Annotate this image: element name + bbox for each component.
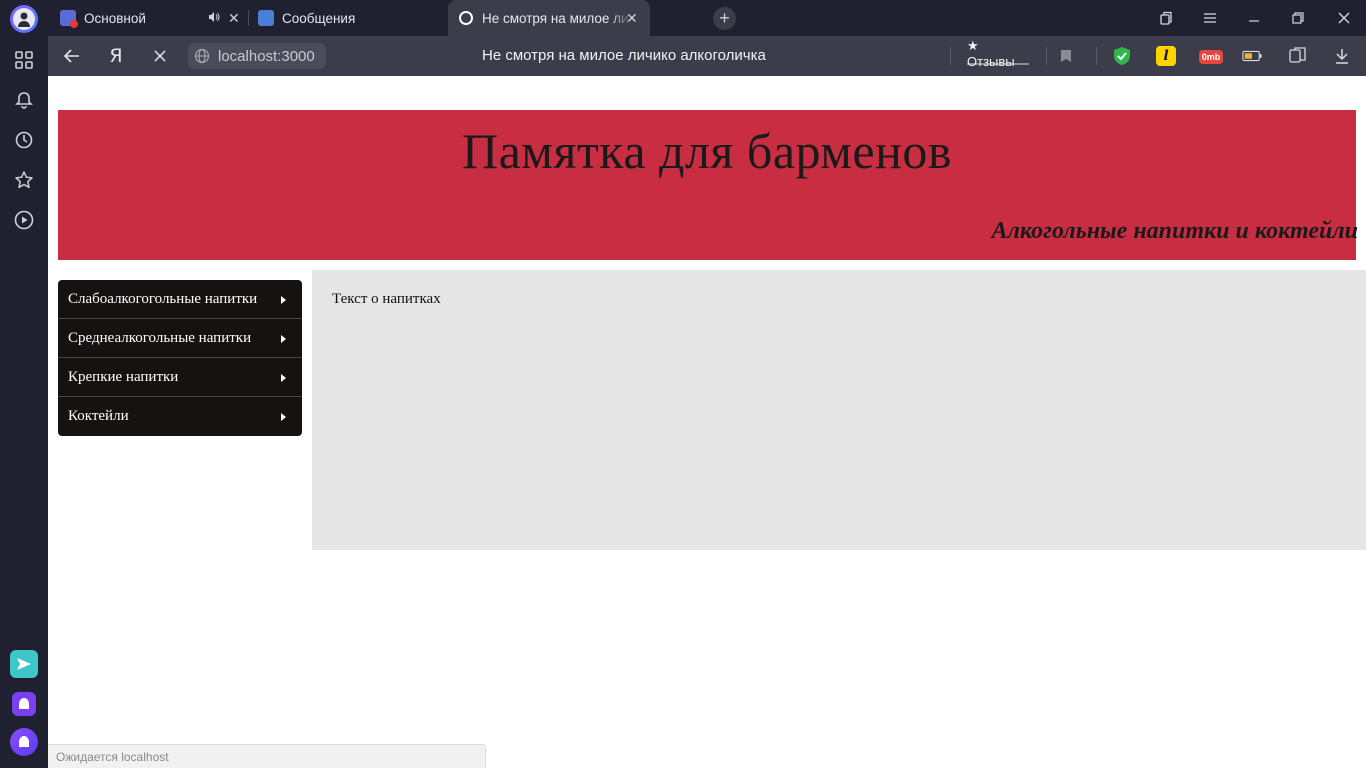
tab-favicon-icon [60,10,78,28]
tab-label: Основной [84,10,146,26]
toolbar-divider [1046,47,1047,65]
page-header: Памятка для барменов Алкогольные напитки… [58,110,1358,260]
restore-icon[interactable] [1288,8,1308,28]
menu-hamburger-icon[interactable] [1200,8,1220,28]
tab-active-page[interactable]: Не смотря на милое ли ✕ [448,0,650,36]
url-field[interactable]: localhost:3000 [188,43,326,69]
toolbar-divider [950,47,951,65]
reviews-button[interactable]: ★ Отзывы [967,38,1029,69]
tab-label: Не смотря на милое ли [482,10,629,26]
menu-item-medium-drinks[interactable]: Среднеалкогольные напитки [58,319,302,358]
menu-item-label: Крепкие напитки [68,368,179,385]
address-toolbar: Я localhost:3000 Не смотря на милое личи… [48,36,1366,76]
menu-item-strong-drinks[interactable]: Крепкие напитки [58,358,302,397]
close-window-icon[interactable] [1334,8,1354,28]
tab-label: Сообщения [282,10,356,26]
messenger-send-icon[interactable] [10,650,38,678]
speaker-icon[interactable] [208,11,220,26]
chat-favicon-icon [258,10,274,26]
submenu-arrow-icon [281,335,286,343]
globe-icon [194,48,210,64]
services-grid-icon[interactable] [12,48,36,72]
tab-soobshcheniya[interactable]: Сообщения [258,0,446,36]
protect-shield-icon[interactable] [1112,46,1132,66]
tab-osnovnoy[interactable]: Основной ✕ [60,0,248,36]
menu-item-cocktails[interactable]: Коктейли [58,397,302,436]
loading-circle-icon [459,11,473,25]
page-title: Не смотря на милое личико алкоголичка [482,47,766,64]
content-text: Текст о напитках [332,291,441,307]
tab-close-icon[interactable]: ✕ [626,10,638,27]
yandex-home-button[interactable]: Я [104,44,128,68]
submenu-arrow-icon [281,374,286,382]
page-heading: Памятка для барменов [462,123,952,179]
media-play-icon[interactable] [12,208,36,232]
menu-item-label: Слабоалкогогольные напитки [68,290,258,307]
back-arrow-icon[interactable] [60,44,84,68]
collections-icon[interactable] [1156,8,1176,28]
notifications-bell-icon[interactable] [12,88,36,112]
battery-icon[interactable] [1242,46,1262,66]
page-subheading: Алкогольные напитки и коктейли [991,218,1358,244]
download-icon[interactable] [1332,46,1352,66]
profile-avatar[interactable] [10,5,38,33]
drinks-menu: Слабоалкогогольные напитки Среднеалкогол… [58,280,302,436]
tab-divider [248,10,249,26]
menu-item-label: Коктейли [68,408,129,424]
user-icon [18,12,30,27]
menu-item-weak-drinks[interactable]: Слабоалкогогольные напитки [58,280,302,319]
new-tab-button[interactable]: + [713,7,736,30]
web-page: Памятка для барменов Алкогольные напитки… [48,76,1366,768]
tab-close-icon[interactable]: ✕ [228,10,240,27]
menu-item-label: Среднеалкогольные напитки [68,329,252,346]
stop-loading-icon[interactable] [148,44,172,68]
traffic-extension-icon[interactable]: 0mb [1199,50,1223,64]
submenu-arrow-icon [281,413,286,421]
content-panel: Текст о напитках [312,270,1366,550]
alice-app-icon[interactable] [12,692,36,716]
browser-sidebar [0,0,48,768]
minimize-icon[interactable] [1244,8,1264,28]
bookmarks-star-icon[interactable] [12,168,36,192]
status-bar: Ожидается localhost [48,744,486,768]
url-text: localhost:3000 [218,47,315,65]
tab-strip: Основной ✕ Сообщения Не смотря на милое … [48,0,1366,36]
toolbar-divider [1096,47,1097,65]
submenu-arrow-icon [281,296,286,304]
extension-l-icon[interactable]: l [1156,46,1176,66]
alice-assistant-icon[interactable] [10,728,38,756]
bookmark-flag-icon[interactable] [1056,46,1076,66]
history-clock-icon[interactable] [12,128,36,152]
translate-icon[interactable] [1288,46,1308,66]
